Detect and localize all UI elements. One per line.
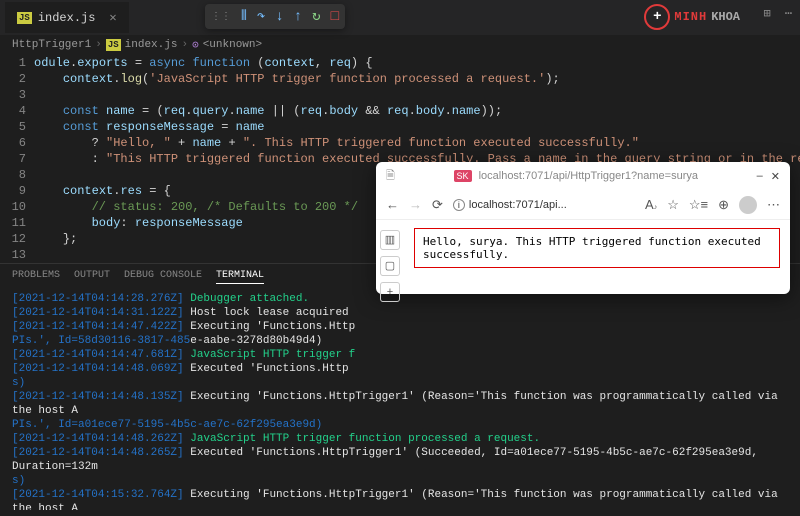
sidebar-tool-2[interactable]: ▢ xyxy=(380,256,400,276)
terminal-line: s) xyxy=(12,376,788,390)
js-file-icon: JS xyxy=(17,12,32,24)
tab-debug-console[interactable]: DEBUG CONSOLE xyxy=(124,270,202,284)
back-icon[interactable]: ← xyxy=(386,197,399,212)
chevron-right-icon: › xyxy=(181,39,188,51)
line-number[interactable]: 8 xyxy=(0,167,26,183)
line-number[interactable]: 3 xyxy=(0,87,26,103)
browser-tab-title[interactable]: localhost:7071/api/HttpTrigger1?name=sur… xyxy=(479,170,698,182)
breadcrumb-item[interactable]: index.js xyxy=(125,39,178,51)
more-icon[interactable]: ⋯ xyxy=(785,6,792,21)
line-number[interactable]: 2 xyxy=(0,71,26,87)
line-number[interactable]: 5 xyxy=(0,119,26,135)
line-number[interactable]: 13 xyxy=(0,247,26,263)
line-number[interactable]: 9 xyxy=(0,183,26,199)
debug-stop-icon[interactable]: □ xyxy=(331,9,339,25)
http-response-body: Hello, surya. This HTTP triggered functi… xyxy=(414,228,780,268)
collections-icon[interactable]: ⊕ xyxy=(718,197,729,213)
sidebar-add-tool[interactable]: + xyxy=(380,282,400,302)
chevron-right-icon: › xyxy=(95,39,102,51)
close-tab-icon[interactable]: ✕ xyxy=(109,10,116,25)
terminal-line: [2021-12-14T04:15:32.764Z] Executing 'Fu… xyxy=(12,488,788,510)
terminal-line: [2021-12-14T04:14:48.135Z] Executing 'Fu… xyxy=(12,390,788,418)
breadcrumb-item[interactable]: HttpTrigger1 xyxy=(12,39,91,51)
terminal-line: [2021-12-14T04:14:48.265Z] Executed 'Fun… xyxy=(12,446,788,474)
terminal-line: [2021-12-14T04:14:31.122Z] Host lock lea… xyxy=(12,306,788,320)
tab-problems[interactable]: PROBLEMS xyxy=(12,270,60,284)
line-number[interactable]: 10 xyxy=(0,199,26,215)
line-number[interactable]: 6 xyxy=(0,135,26,151)
favorite-icon[interactable]: ☆ xyxy=(667,197,679,213)
breadcrumb-item[interactable]: <unknown> xyxy=(203,39,262,51)
watermark-text-2: KHOA xyxy=(711,10,740,24)
close-window-icon[interactable]: ✕ xyxy=(771,170,780,183)
browser-tab-doc-icon: 🗎 xyxy=(386,167,395,186)
sidebar-tool-1[interactable]: ▥ xyxy=(380,230,400,250)
favorites-bar-icon[interactable]: ☆≡ xyxy=(689,197,708,213)
menu-icon[interactable]: ⋯ xyxy=(767,197,780,213)
terminal-line: [2021-12-14T04:14:47.422Z] Executing 'Fu… xyxy=(12,320,788,334)
minimize-icon[interactable]: – xyxy=(757,170,763,182)
debug-restart-icon[interactable]: ↻ xyxy=(312,8,320,25)
line-number[interactable]: 12 xyxy=(0,231,26,247)
split-editor-icon[interactable]: ⊞ xyxy=(764,6,771,21)
code-line[interactable]: const name = (req.query.name || (req.bod… xyxy=(34,103,800,119)
refresh-icon[interactable]: ⟳ xyxy=(432,197,443,213)
address-bar[interactable]: i localhost:7071/api... xyxy=(453,199,635,211)
address-text: localhost:7071/api... xyxy=(469,199,567,211)
code-line[interactable]: context.log('JavaScript HTTP trigger fun… xyxy=(34,71,800,87)
terminal-line: PIs.', Id=58d30116-3817-485e-aabe-3278d8… xyxy=(12,334,788,348)
tab-title: index.js xyxy=(38,11,96,25)
terminal-line: s) xyxy=(12,474,788,488)
profile-badge: SK xyxy=(454,170,472,182)
terminal-line: [2021-12-14T04:14:48.262Z] JavaScript HT… xyxy=(12,432,788,446)
debug-pause-icon[interactable]: ⫴ xyxy=(241,9,247,25)
debug-toolbar[interactable]: ⋮⋮ ⫴ ↷ ↓ ↑ ↻ □ xyxy=(205,4,345,29)
code-line[interactable]: ? "Hello, " + name + ". This HTTP trigge… xyxy=(34,135,800,151)
terminal-line: PIs.', Id=a01ece77-5195-4b5c-ae7c-62f295… xyxy=(12,418,788,432)
line-number[interactable]: 1 xyxy=(0,55,26,71)
js-file-icon: JS xyxy=(106,39,121,51)
debug-step-over-icon[interactable]: ↷ xyxy=(257,8,265,25)
terminal-output[interactable]: [2021-12-14T04:14:28.276Z] Debugger atta… xyxy=(0,290,800,510)
line-number[interactable]: 4 xyxy=(0,103,26,119)
profile-avatar-icon[interactable] xyxy=(739,196,757,214)
tab-output[interactable]: OUTPUT xyxy=(74,270,110,284)
site-info-icon[interactable]: i xyxy=(453,199,465,211)
forward-icon[interactable]: → xyxy=(409,197,422,212)
read-aloud-icon[interactable]: A♪ xyxy=(645,197,657,212)
drag-grip-icon[interactable]: ⋮⋮ xyxy=(211,11,231,23)
watermark-logo: + MINH KHOA xyxy=(644,4,740,30)
symbol-icon: ⊙ xyxy=(192,38,199,52)
code-line[interactable]: odule.exports = async function (context,… xyxy=(34,55,800,71)
debug-step-into-icon[interactable]: ↓ xyxy=(275,9,283,25)
terminal-line: [2021-12-14T04:14:47.681Z] JavaScript HT… xyxy=(12,348,788,362)
terminal-line: [2021-12-14T04:14:48.069Z] Executed 'Fun… xyxy=(12,362,788,376)
tab-terminal[interactable]: TERMINAL xyxy=(216,270,264,284)
browser-window: 🗎 SK localhost:7071/api/HttpTrigger1?nam… xyxy=(376,162,790,294)
line-number[interactable]: 7 xyxy=(0,151,26,167)
watermark-text-1: MINH xyxy=(674,10,707,24)
debug-step-out-icon[interactable]: ↑ xyxy=(294,9,302,25)
line-number[interactable]: 11 xyxy=(0,215,26,231)
editor-tab[interactable]: JS index.js ✕ xyxy=(5,2,129,33)
code-line[interactable]: const responseMessage = name xyxy=(34,119,800,135)
watermark-badge-icon: + xyxy=(644,4,670,30)
code-line[interactable] xyxy=(34,87,800,103)
breadcrumb[interactable]: HttpTrigger1 › JS index.js › ⊙ <unknown> xyxy=(0,35,800,55)
